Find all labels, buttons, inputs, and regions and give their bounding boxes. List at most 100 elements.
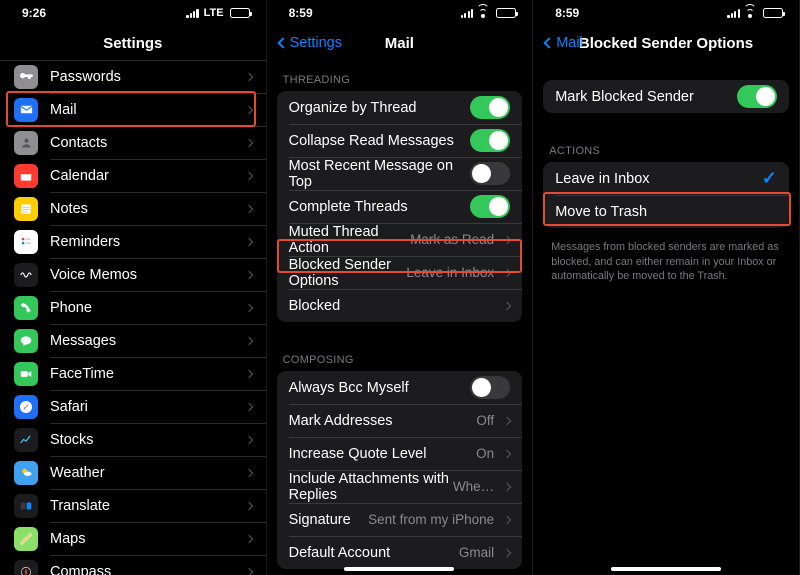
row-label: Leave in Inbox — [555, 171, 762, 187]
row-value: On — [476, 446, 494, 461]
toggle[interactable] — [470, 129, 510, 152]
settings-list[interactable]: Passwords Mail Contacts Calendar NotesRemind… — [0, 60, 266, 575]
chevron-right-icon — [503, 235, 511, 243]
signal-icon — [727, 8, 739, 18]
row-label: Blocked — [289, 298, 499, 314]
chevron-left-icon — [544, 37, 555, 48]
blocked-sender-options-screen: 8:59 Mail Blocked Sender Options Mark Bl… — [533, 0, 800, 575]
settings-item-reminders[interactable]: Reminders — [0, 225, 266, 258]
voicememos-icon — [14, 263, 38, 287]
row-label: Mark Blocked Sender — [555, 89, 737, 105]
row-collapse-read-messages[interactable]: Collapse Read Messages — [277, 124, 523, 157]
settings-item-mail[interactable]: Mail — [0, 93, 266, 126]
nav-bar: Settings Mail — [267, 26, 533, 60]
status-time: 9:26 — [22, 6, 46, 20]
chevron-right-icon — [244, 435, 252, 443]
settings-item-voicememos[interactable]: Voice Memos — [0, 258, 266, 291]
status-icons — [461, 8, 516, 18]
row-label: Muted Thread Action — [289, 224, 411, 256]
facetime-icon — [14, 362, 38, 386]
chevron-right-icon — [244, 105, 252, 113]
chevron-right-icon — [244, 237, 252, 245]
chevron-right-icon — [244, 204, 252, 212]
row-organize-by-thread[interactable]: Organize by Thread — [277, 91, 523, 124]
settings-item-calendar[interactable]: Calendar — [0, 159, 266, 192]
page-title: Settings — [0, 35, 266, 52]
safari-icon — [14, 395, 38, 419]
row-label: Organize by Thread — [289, 100, 471, 116]
back-button[interactable]: Mail — [541, 35, 583, 51]
settings-item-contacts[interactable]: Contacts — [0, 126, 266, 159]
settings-item-stocks[interactable]: Stocks — [0, 423, 266, 456]
row-blocked[interactable]: Blocked — [277, 289, 523, 322]
settings-item-maps[interactable]: Maps — [0, 522, 266, 555]
action-leave-in-inbox[interactable]: Leave in Inbox✓ — [543, 162, 789, 195]
nav-bar: Settings — [0, 26, 266, 60]
mail-settings-content[interactable]: THREADING Organize by Thread Collapse Rea… — [267, 60, 533, 575]
chevron-right-icon — [244, 468, 252, 476]
status-time: 8:59 — [555, 6, 579, 20]
back-button[interactable]: Settings — [275, 35, 342, 51]
chevron-right-icon — [244, 138, 252, 146]
row-label: Calendar — [50, 168, 240, 184]
row-label: Default Account — [289, 545, 459, 561]
toggle[interactable] — [470, 162, 510, 185]
messages-icon — [14, 329, 38, 353]
row-value: Whe… — [453, 479, 494, 494]
mark-blocked-sender-row[interactable]: Mark Blocked Sender — [543, 80, 789, 113]
row-always-bcc-myself[interactable]: Always Bcc Myself — [277, 371, 523, 404]
back-label: Settings — [290, 35, 342, 51]
action-move-to-trash[interactable]: Move to Trash — [543, 195, 789, 228]
row-value: Leave in Inbox — [406, 265, 494, 280]
chevron-right-icon — [244, 171, 252, 179]
row-label: Contacts — [50, 135, 240, 151]
actions-group: Leave in Inbox✓Move to Trash — [543, 162, 789, 228]
threading-header: THREADING — [267, 60, 533, 91]
check-icon: ✓ — [762, 168, 777, 189]
row-blocked-sender-options[interactable]: Blocked Sender OptionsLeave in Inbox — [277, 256, 523, 289]
contacts-icon — [14, 131, 38, 155]
row-label: Maps — [50, 531, 240, 547]
settings-item-notes[interactable]: Notes — [0, 192, 266, 225]
row-label: FaceTime — [50, 366, 240, 382]
row-label: Increase Quote Level — [289, 446, 477, 462]
actions-footer: Messages from blocked senders are marked… — [533, 234, 799, 284]
row-value: Sent from my iPhone — [368, 512, 494, 527]
home-indicator[interactable] — [611, 567, 721, 571]
calendar-icon — [14, 164, 38, 188]
status-bar: 8:59 — [533, 0, 799, 26]
row-complete-threads[interactable]: Complete Threads — [277, 190, 523, 223]
settings-root-screen: 9:26 LTE Settings Passwords Mail Contacts C… — [0, 0, 267, 575]
row-signature[interactable]: SignatureSent from my iPhone — [277, 503, 523, 536]
mark-blocked-toggle[interactable] — [737, 85, 777, 108]
home-indicator[interactable] — [344, 567, 454, 571]
row-label: Passwords — [50, 69, 240, 85]
wifi-icon — [743, 8, 757, 18]
row-include-attachments-with-replies[interactable]: Include Attachments with RepliesWhe… — [277, 470, 523, 503]
chevron-right-icon — [244, 501, 252, 509]
row-mark-addresses[interactable]: Mark AddressesOff — [277, 404, 523, 437]
row-muted-thread-action[interactable]: Muted Thread ActionMark as Read — [277, 223, 523, 256]
row-increase-quote-level[interactable]: Increase Quote LevelOn — [277, 437, 523, 470]
wifi-icon — [476, 8, 490, 18]
row-label: Include Attachments with Replies — [289, 471, 453, 503]
settings-item-weather[interactable]: Weather — [0, 456, 266, 489]
settings-item-messages[interactable]: Messages — [0, 324, 266, 357]
settings-item-translate[interactable]: Translate — [0, 489, 266, 522]
settings-item-phone[interactable]: Phone — [0, 291, 266, 324]
row-default-account[interactable]: Default AccountGmail — [277, 536, 523, 569]
row-label: Signature — [289, 512, 369, 528]
settings-item-passwords[interactable]: Passwords — [0, 60, 266, 93]
settings-item-facetime[interactable]: FaceTime — [0, 357, 266, 390]
row-most-recent-message-on-top[interactable]: Most Recent Message on Top — [277, 157, 523, 190]
toggle[interactable] — [470, 376, 510, 399]
network-type: LTE — [204, 7, 224, 19]
chevron-right-icon — [503, 482, 511, 490]
toggle[interactable] — [470, 96, 510, 119]
settings-item-compass[interactable]: Compass — [0, 555, 266, 575]
translate-icon — [14, 494, 38, 518]
chevron-right-icon — [503, 449, 511, 457]
settings-item-safari[interactable]: Safari — [0, 390, 266, 423]
blocked-options-content[interactable]: Mark Blocked Sender ACTIONS Leave in Inb… — [533, 60, 799, 575]
toggle[interactable] — [470, 195, 510, 218]
